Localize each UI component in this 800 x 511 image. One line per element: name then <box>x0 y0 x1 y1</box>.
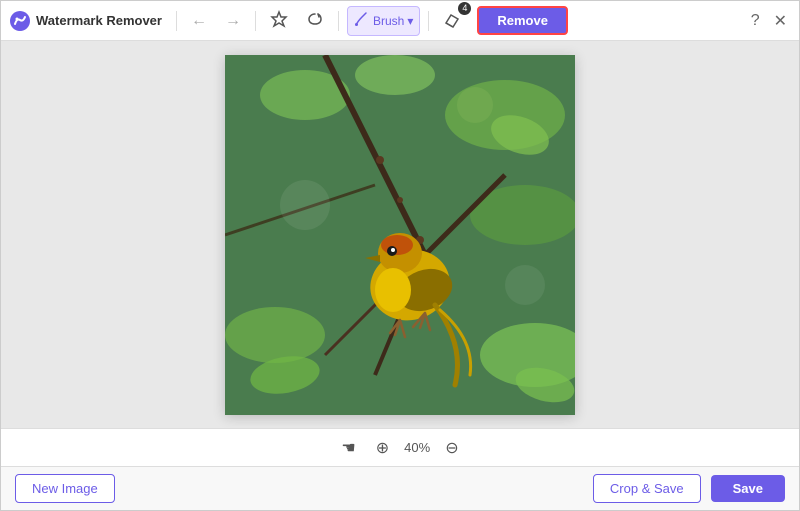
zoom-out-icon: ⊖ <box>445 440 458 457</box>
redo-button[interactable]: → <box>219 9 247 33</box>
canvas-area <box>1 41 799 428</box>
toolbar: Watermark Remover ← → <box>1 1 799 41</box>
undo-icon: ← <box>191 13 207 29</box>
crop-save-button[interactable]: Crop & Save <box>593 474 701 503</box>
undo-button[interactable]: ← <box>185 9 213 33</box>
action-bar: New Image Crop & Save Save <box>1 466 799 510</box>
redo-icon: → <box>225 13 241 29</box>
close-button[interactable]: ✕ <box>770 7 791 35</box>
help-button[interactable]: ? <box>747 8 764 34</box>
zoom-in-button[interactable]: ⊕ <box>371 436 394 460</box>
brush-icon <box>354 11 370 31</box>
remove-button[interactable]: Remove <box>477 6 568 35</box>
zoom-out-button[interactable]: ⊖ <box>440 436 463 460</box>
selection-icon <box>270 10 288 32</box>
brush-label: Brush <box>373 14 404 28</box>
toolbar-separator-1 <box>176 11 177 31</box>
lasso-icon <box>306 10 324 32</box>
help-icon: ? <box>751 12 760 29</box>
zoom-in-icon: ⊕ <box>376 440 389 457</box>
hand-icon: ☚ <box>341 440 355 457</box>
bird-image <box>225 55 575 415</box>
notification-badge: 4 <box>458 2 471 15</box>
app-title: Watermark Remover <box>36 13 162 28</box>
selection-tool-button[interactable] <box>264 6 294 36</box>
zoom-bar: ☚ ⊕ 40% ⊖ <box>1 428 799 466</box>
hand-tool-button[interactable]: ☚ <box>336 436 360 460</box>
erase-tool-wrapper: 4 <box>437 6 467 36</box>
zoom-level: 40% <box>404 440 430 455</box>
toolbar-separator-2 <box>255 11 256 31</box>
toolbar-separator-4 <box>428 11 429 31</box>
app-logo: Watermark Remover <box>9 10 162 32</box>
save-button[interactable]: Save <box>711 475 785 502</box>
toolbar-separator-3 <box>338 11 339 31</box>
bird-illustration <box>225 55 575 415</box>
close-icon: ✕ <box>774 13 787 30</box>
brush-tool-button[interactable]: Brush ▾ <box>347 6 420 36</box>
new-image-button[interactable]: New Image <box>15 474 115 503</box>
app-logo-icon <box>9 10 31 32</box>
image-container <box>225 55 575 415</box>
brush-chevron-icon: ▾ <box>407 14 413 28</box>
toolbar-right: ? ✕ <box>747 7 791 35</box>
lasso-tool-button[interactable] <box>300 6 330 36</box>
action-bar-right: Crop & Save Save <box>593 474 785 503</box>
